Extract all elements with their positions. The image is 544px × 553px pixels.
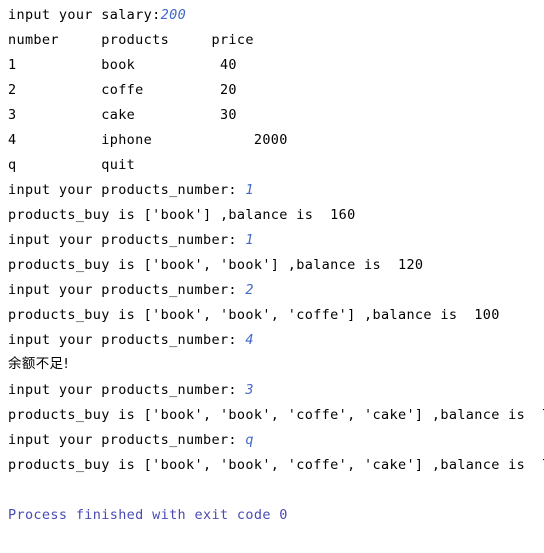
- user-entered-value: 200: [160, 7, 187, 23]
- stdout-text: q quit: [8, 157, 136, 173]
- stdout-text: number products price: [8, 32, 254, 48]
- line-insufficient-balance: 余额不足!: [8, 355, 69, 373]
- line-products-buy-3: products_buy is ['book', 'book', 'coffe'…: [8, 306, 500, 324]
- line-input-salary: input your salary:200: [8, 6, 186, 24]
- stdout-text: products_buy is ['book', 'book'] ,balanc…: [8, 257, 424, 273]
- line-input-products-number-1: input your products_number: 1: [8, 181, 254, 199]
- stdout-text: products_buy is ['book', 'book', 'coffe'…: [8, 457, 544, 473]
- stdout-text: products_buy is ['book', 'book', 'coffe'…: [8, 407, 544, 423]
- line-product-quit: q quit: [8, 156, 135, 174]
- user-entered-value: 2: [245, 282, 254, 298]
- line-product-cake: 3 cake 30: [8, 106, 237, 124]
- stdout-text: 1 book 40: [8, 57, 237, 73]
- line-products-buy-2: products_buy is ['book', 'book'] ,balanc…: [8, 256, 423, 274]
- stdout-text: input your products_number:: [8, 382, 246, 398]
- line-product-book: 1 book 40: [8, 56, 237, 74]
- stdout-text: input your products_number:: [8, 182, 246, 198]
- run-console-output[interactable]: input your salary:200 number products pri…: [0, 0, 544, 553]
- stdout-text: input your salary:: [8, 7, 161, 23]
- stdout-text: input your products_number:: [8, 232, 246, 248]
- user-entered-value: 4: [245, 332, 254, 348]
- line-products-buy-5: products_buy is ['book', 'book', 'coffe'…: [8, 406, 544, 424]
- line-input-products-number-2: input your products_number: 1: [8, 231, 254, 249]
- line-products-buy-1: products_buy is ['book'] ,balance is 160: [8, 206, 356, 224]
- line-input-products-number-3: input your products_number: 2: [8, 281, 254, 299]
- line-product-coffe: 2 coffe 20: [8, 81, 237, 99]
- stdout-text: products_buy is ['book'] ,balance is 160: [8, 207, 356, 223]
- line-input-products-number-5: input your products_number: 3: [8, 381, 254, 399]
- stdout-text: input your products_number:: [8, 282, 246, 298]
- user-entered-value: 1: [245, 232, 254, 248]
- line-table-header: number products price: [8, 31, 254, 49]
- user-entered-value: 1: [245, 182, 254, 198]
- insufficient-balance-message: 余额不足!: [8, 356, 70, 372]
- user-entered-value: q: [245, 432, 254, 448]
- stdout-text: input your products_number:: [8, 432, 246, 448]
- user-entered-value: 3: [245, 382, 254, 398]
- line-process-finished: Process finished with exit code 0: [8, 506, 288, 524]
- line-input-products-number-4: input your products_number: 4: [8, 331, 254, 349]
- line-input-products-number-6: input your products_number: q: [8, 431, 254, 449]
- line-products-buy-6: products_buy is ['book', 'book', 'coffe'…: [8, 456, 544, 474]
- process-status-text: Process finished with exit code 0: [8, 507, 288, 523]
- stdout-text: input your products_number:: [8, 332, 246, 348]
- line-product-iphone: 4 iphone 2000: [8, 131, 288, 149]
- stdout-text: products_buy is ['book', 'book', 'coffe'…: [8, 307, 500, 323]
- stdout-text: 3 cake 30: [8, 107, 237, 123]
- stdout-text: 4 iphone 2000: [8, 132, 288, 148]
- stdout-text: 2 coffe 20: [8, 82, 237, 98]
